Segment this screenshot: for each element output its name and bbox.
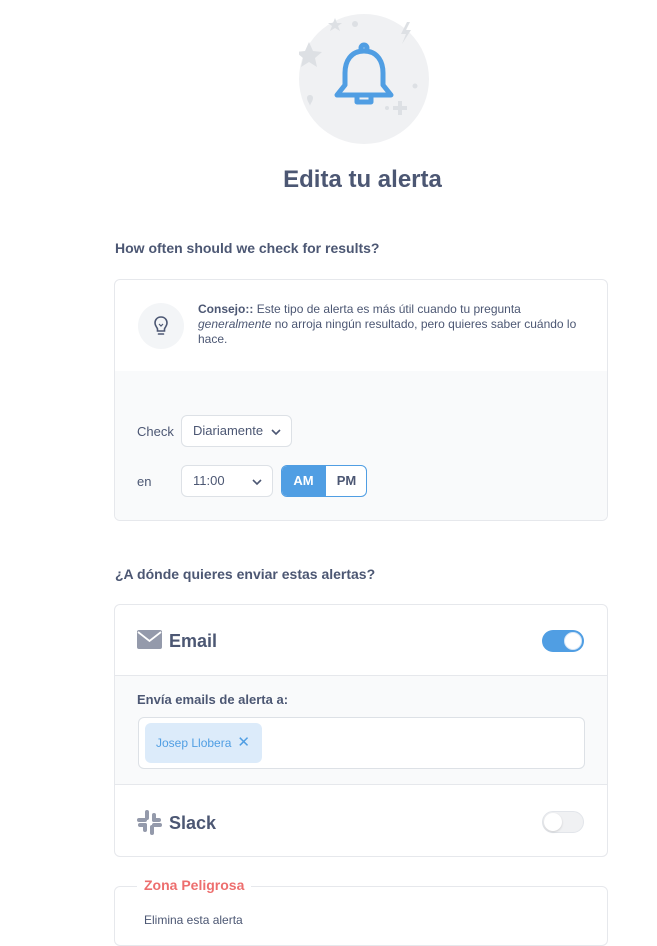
time-label: en xyxy=(137,474,152,489)
recipients-label: Envía emails de alerta a: xyxy=(137,692,289,707)
time-select-value: 11:00 xyxy=(193,473,225,488)
tip-text-before: Este tipo de alerta es más útil cuando t… xyxy=(256,302,521,316)
frequency-select-value: Diariamente xyxy=(193,423,264,438)
schedule-card: Consejo:: Este tipo de alerta es más úti… xyxy=(114,279,608,521)
toggle-knob xyxy=(544,813,562,831)
danger-zone-title: Zona Peligrosa xyxy=(137,877,252,893)
delete-alert-text: Elimina esta alerta xyxy=(144,913,243,927)
email-toggle[interactable] xyxy=(542,630,584,652)
toggle-knob xyxy=(564,632,582,650)
pm-button[interactable]: PM xyxy=(325,466,366,496)
slack-channel-row: Slack xyxy=(115,785,607,856)
envelope-icon xyxy=(137,630,162,649)
alert-illustration xyxy=(299,14,429,144)
recipient-chip: Josep Llobera ✕ xyxy=(145,723,262,763)
tip-icon-container xyxy=(138,303,184,349)
tip-row: Consejo:: Este tipo de alerta es más úti… xyxy=(115,280,607,372)
channels-card: Email Envía emails de alerta a: Josep Ll… xyxy=(114,604,608,857)
time-select[interactable]: 11:00 xyxy=(181,465,273,497)
tip-text: Consejo:: Este tipo de alerta es más úti… xyxy=(198,302,593,347)
tip-emphasis: generalmente xyxy=(198,317,272,331)
remove-recipient-icon[interactable]: ✕ xyxy=(237,723,250,763)
bell-icon xyxy=(299,18,418,115)
am-pm-toggle: AM PM xyxy=(281,465,367,497)
tip-prefix: Consejo:: xyxy=(198,302,254,316)
schedule-settings: Check Diariamente en 11:00 AM PM xyxy=(115,371,607,520)
lightbulb-icon xyxy=(154,316,168,335)
slack-channel-title: Slack xyxy=(169,813,217,833)
frequency-select[interactable]: Diariamente xyxy=(181,415,292,447)
slack-icon xyxy=(137,810,162,835)
schedule-section-label: How often should we check for results? xyxy=(115,240,380,256)
channels-section-label: ¿A dónde quieres enviar estas alertas? xyxy=(115,566,376,582)
am-button[interactable]: AM xyxy=(282,466,325,496)
email-channel-title: Email xyxy=(169,631,218,651)
chevron-down-icon xyxy=(252,479,262,486)
check-label: Check xyxy=(137,424,174,439)
recipient-name: Josep Llobera xyxy=(156,736,232,750)
slack-toggle[interactable] xyxy=(542,811,584,833)
email-recipients-section: Envía emails de alerta a: Josep Llobera … xyxy=(115,675,607,785)
recipients-input[interactable]: Josep Llobera ✕ xyxy=(138,717,585,769)
chevron-down-icon xyxy=(271,429,281,436)
page-title: Edita tu alerta xyxy=(283,166,442,193)
email-channel-row: Email xyxy=(115,605,607,675)
